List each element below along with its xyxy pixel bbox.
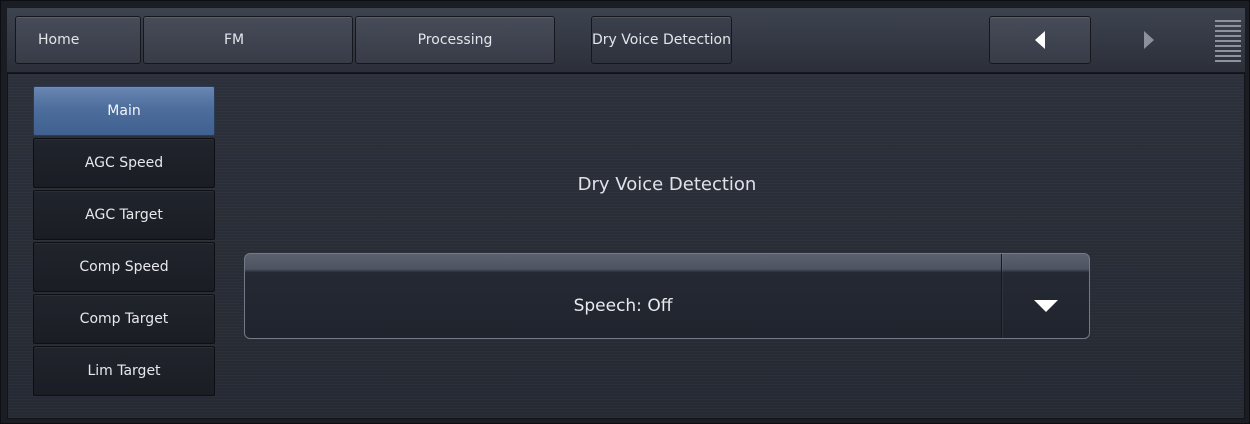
tab-processing[interactable]: Processing [355,16,555,64]
back-button[interactable] [989,16,1091,64]
sidebar-item-label: AGC Target [85,207,163,223]
speech-dropdown[interactable]: Speech: Off [244,253,1090,339]
section-title: Dry Voice Detection [577,174,757,195]
app-window: Home FM Processing Dry Voice Detection M… [0,0,1250,424]
left-triangle-icon [1035,31,1045,49]
sidebar-item-comp-target[interactable]: Comp Target [33,294,215,344]
sidebar-item-lim-target[interactable]: Lim Target [33,346,215,396]
forward-button[interactable] [1097,16,1201,64]
tab-fm[interactable]: FM [143,16,353,64]
current-page-title: Dry Voice Detection [591,16,732,64]
sidebar-item-label: Comp Target [79,311,169,327]
menu-grip-icon[interactable] [1215,20,1241,62]
tab-processing-label: Processing [417,32,493,48]
speech-dropdown-value: Speech: Off [573,296,673,316]
right-triangle-icon [1144,31,1154,49]
sidebar-item-main[interactable]: Main [33,86,215,136]
sidebar-item-agc-target[interactable]: AGC Target [33,190,215,240]
dropdown-toggle[interactable] [1002,274,1089,338]
sidebar-item-comp-speed[interactable]: Comp Speed [33,242,215,292]
sidebar-item-agc-speed[interactable]: AGC Speed [33,138,215,188]
tab-fm-label: FM [224,32,245,48]
tab-home-label: Home [38,32,80,48]
sidebar: Main AGC Speed AGC Target Comp Speed Com… [33,86,217,398]
tab-home[interactable]: Home [15,16,141,64]
sidebar-item-label: Comp Speed [79,259,169,275]
top-navigation-bar: Home FM Processing Dry Voice Detection [7,8,1245,73]
sidebar-item-label: Main [107,103,141,119]
content-panel: Main AGC Speed AGC Target Comp Speed Com… [7,73,1245,419]
chevron-down-icon [1034,300,1058,312]
sidebar-item-label: AGC Speed [84,155,164,171]
sidebar-item-label: Lim Target [87,363,161,379]
